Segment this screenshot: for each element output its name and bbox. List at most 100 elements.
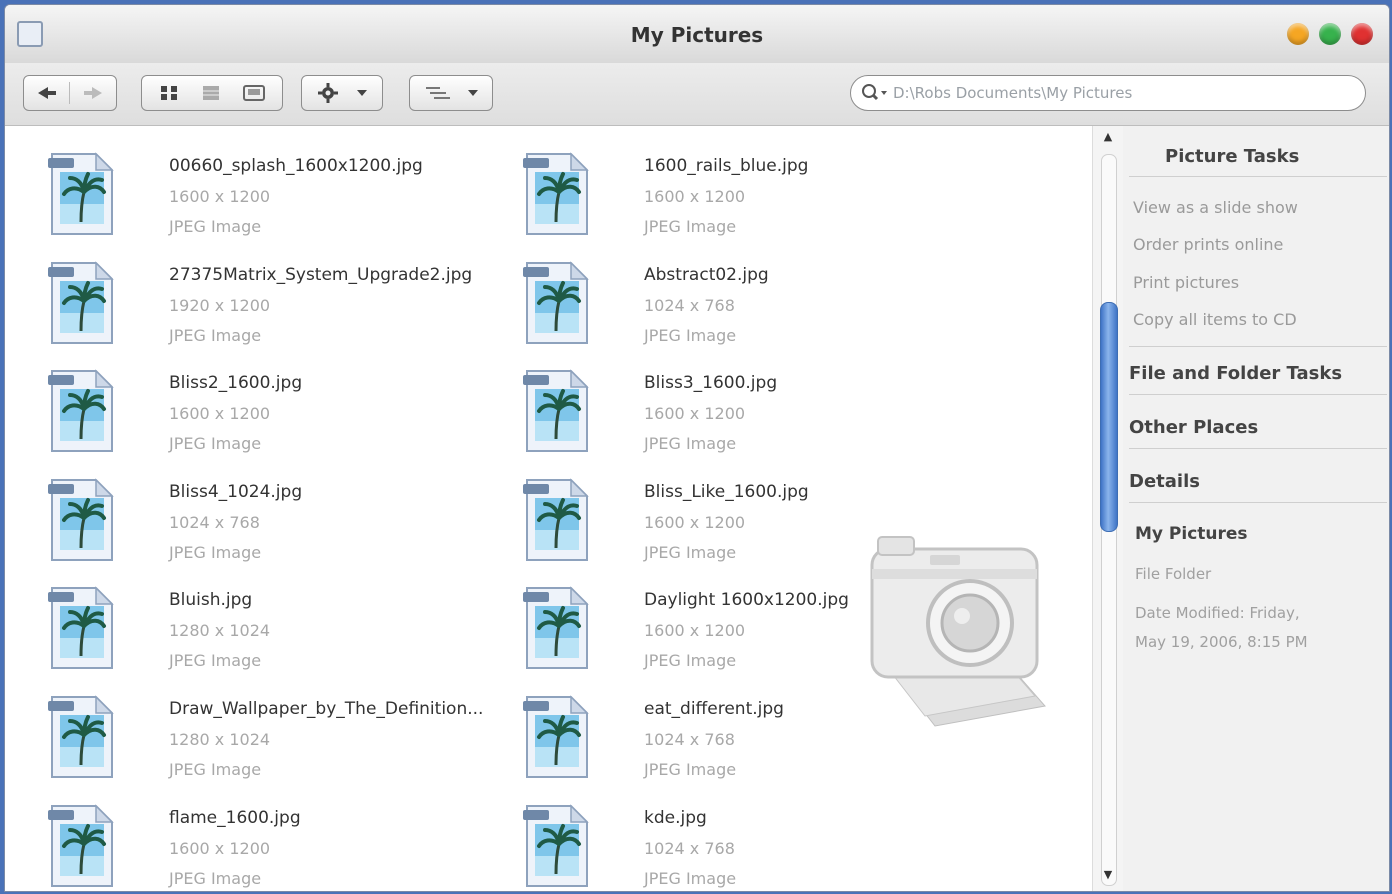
file-item[interactable]: 1600_rails_blue.jpg 1600 x 1200 JPEG Image [513, 140, 983, 240]
order-prints-link[interactable]: Order prints online [1133, 235, 1283, 254]
picture-tasks-heading[interactable]: Picture Tasks [1165, 146, 1299, 167]
file-dimensions: 1280 x 1024 [169, 730, 271, 749]
file-name: Bliss3_1600.jpg [644, 373, 778, 394]
file-type: JPEG Image [169, 868, 262, 888]
back-arrow-icon [37, 87, 56, 99]
jpeg-palm-tree-icon [46, 477, 116, 562]
details-date-modified: Date Modified: Friday, [1135, 604, 1300, 622]
title-bar[interactable]: My Pictures [5, 5, 1389, 64]
camera-icon [870, 536, 1046, 727]
file-type: JPEG Image [644, 434, 737, 454]
file-item[interactable]: Bliss4_1024.jpg 1024 x 768 JPEG Image [38, 466, 508, 566]
file-type: JPEG Image [169, 434, 262, 454]
view-mode-buttons [141, 75, 283, 111]
vertical-scrollbar[interactable]: ▲ ▼ [1092, 126, 1124, 891]
task-pane: Picture Tasks View as a slide show Order… [1123, 126, 1389, 891]
file-name: Bliss2_1600.jpg [169, 373, 303, 394]
divider [1129, 176, 1387, 177]
jpeg-palm-tree-icon [521, 695, 591, 779]
details-folder-kind: File Folder [1135, 565, 1212, 583]
other-places-heading[interactable]: Other Places [1129, 417, 1258, 438]
file-type: JPEG Image [169, 760, 262, 779]
list-view-button[interactable] [200, 84, 222, 102]
minimize-button[interactable] [1287, 23, 1309, 45]
file-name: 1600_rails_blue.jpg [644, 156, 809, 176]
file-dimensions: 1920 x 1200 [169, 295, 271, 315]
file-item[interactable]: Abstract02.jpg 1024 x 768 JPEG Image [513, 249, 983, 349]
file-item[interactable]: Bliss3_1600.jpg 1600 x 1200 JPEG Image [513, 357, 983, 457]
icons-view-button[interactable] [158, 84, 180, 102]
file-item[interactable]: Bliss2_1600.jpg 1600 x 1200 JPEG Image [38, 357, 508, 457]
back-button[interactable] [36, 86, 58, 100]
address-search-field[interactable]: D:\Robs Documents\My Pictures [850, 75, 1366, 111]
file-type: JPEG Image [644, 325, 737, 345]
file-name: 27375Matrix_System_Upgrade2.jpg [169, 264, 473, 285]
file-name: eat_different.jpg [644, 699, 784, 719]
file-type: JPEG Image [169, 325, 262, 345]
file-list[interactable]: 00660_splash_1600x1200.jpg 1600 x 1200 JPE… [5, 126, 1088, 891]
jpeg-palm-tree-icon [521, 260, 591, 345]
close-button[interactable] [1351, 23, 1373, 45]
divider [1129, 448, 1387, 449]
dropdown-arrow-icon [468, 90, 478, 96]
scroll-up-arrow-icon[interactable]: ▲ [1093, 130, 1123, 148]
address-path: D:\Robs Documents\My Pictures [893, 84, 1133, 102]
copy-to-cd-link[interactable]: Copy all items to CD [1133, 310, 1297, 329]
file-type: JPEG Image [644, 217, 737, 236]
jpeg-palm-tree-icon [46, 803, 116, 888]
scroll-thumb[interactable] [1100, 302, 1118, 532]
jpeg-palm-tree-icon [521, 369, 591, 453]
file-name: Daylight 1600x1200.jpg [644, 590, 849, 611]
file-folder-tasks-heading[interactable]: File and Folder Tasks [1129, 363, 1342, 384]
jpeg-palm-tree-icon [521, 477, 591, 562]
thumbnail-view-button[interactable] [242, 84, 266, 102]
jpeg-palm-tree-icon [521, 803, 591, 888]
file-dimensions: 1600 x 1200 [169, 187, 271, 206]
divider [1129, 502, 1387, 503]
arrange-menu-button[interactable] [409, 75, 493, 111]
print-pictures-link[interactable]: Print pictures [1133, 273, 1239, 292]
file-name: Draw_Wallpaper_by_The_Definition... [169, 699, 484, 719]
maximize-button[interactable] [1319, 23, 1341, 45]
file-dimensions: 1600 x 1200 [169, 404, 271, 424]
file-dimensions: 1024 x 768 [644, 838, 735, 858]
file-dimensions: 1600 x 1200 [169, 838, 271, 858]
file-item[interactable]: flame_1600.jpg 1600 x 1200 JPEG Image [38, 792, 508, 891]
forward-button[interactable] [82, 86, 104, 100]
toolbar: D:\Robs Documents\My Pictures [5, 63, 1389, 126]
file-dimensions: 1600 x 1200 [644, 187, 746, 206]
details-heading[interactable]: Details [1129, 471, 1200, 492]
divider [1129, 394, 1387, 395]
window-title: My Pictures [630, 23, 764, 47]
dropdown-arrow-icon [357, 90, 367, 96]
file-item[interactable]: kde.jpg 1024 x 768 JPEG Image [513, 792, 983, 891]
gear-icon [318, 83, 338, 103]
file-dimensions: 1600 x 1200 [644, 621, 746, 641]
navigation-buttons [23, 75, 117, 111]
arrange-lines-icon [426, 87, 450, 99]
file-dimensions: 1024 x 768 [169, 512, 260, 532]
file-item[interactable]: Bluish.jpg 1280 x 1024 JPEG Image [38, 574, 508, 674]
scroll-down-arrow-icon[interactable]: ▼ [1093, 868, 1123, 886]
icons-view-icon [161, 86, 177, 100]
jpeg-palm-tree-icon [46, 260, 116, 345]
details-folder-name: My Pictures [1135, 524, 1248, 544]
file-type: JPEG Image [169, 217, 262, 236]
file-name: 00660_splash_1600x1200.jpg [169, 156, 423, 176]
file-item[interactable]: 00660_splash_1600x1200.jpg 1600 x 1200 JPE… [38, 140, 508, 240]
file-dimensions: 1024 x 768 [644, 295, 735, 315]
file-name: Bliss4_1024.jpg [169, 481, 303, 502]
file-item[interactable]: Draw_Wallpaper_by_The_Definition... 1280 … [38, 683, 508, 783]
jpeg-palm-tree-icon [521, 586, 591, 670]
details-date-modified-value: May 19, 2006, 8:15 PM [1135, 633, 1308, 651]
view-slideshow-link[interactable]: View as a slide show [1133, 198, 1298, 217]
file-type: JPEG Image [644, 760, 737, 779]
file-type: JPEG Image [644, 868, 737, 888]
jpeg-palm-tree-icon [46, 152, 116, 236]
actions-menu-button[interactable] [301, 75, 383, 111]
forward-arrow-icon [84, 87, 103, 99]
jpeg-palm-tree-icon [46, 586, 116, 670]
file-type: JPEG Image [169, 651, 262, 671]
divider [1129, 346, 1387, 347]
file-item[interactable]: 27375Matrix_System_Upgrade2.jpg 1920 x 12… [38, 249, 508, 349]
